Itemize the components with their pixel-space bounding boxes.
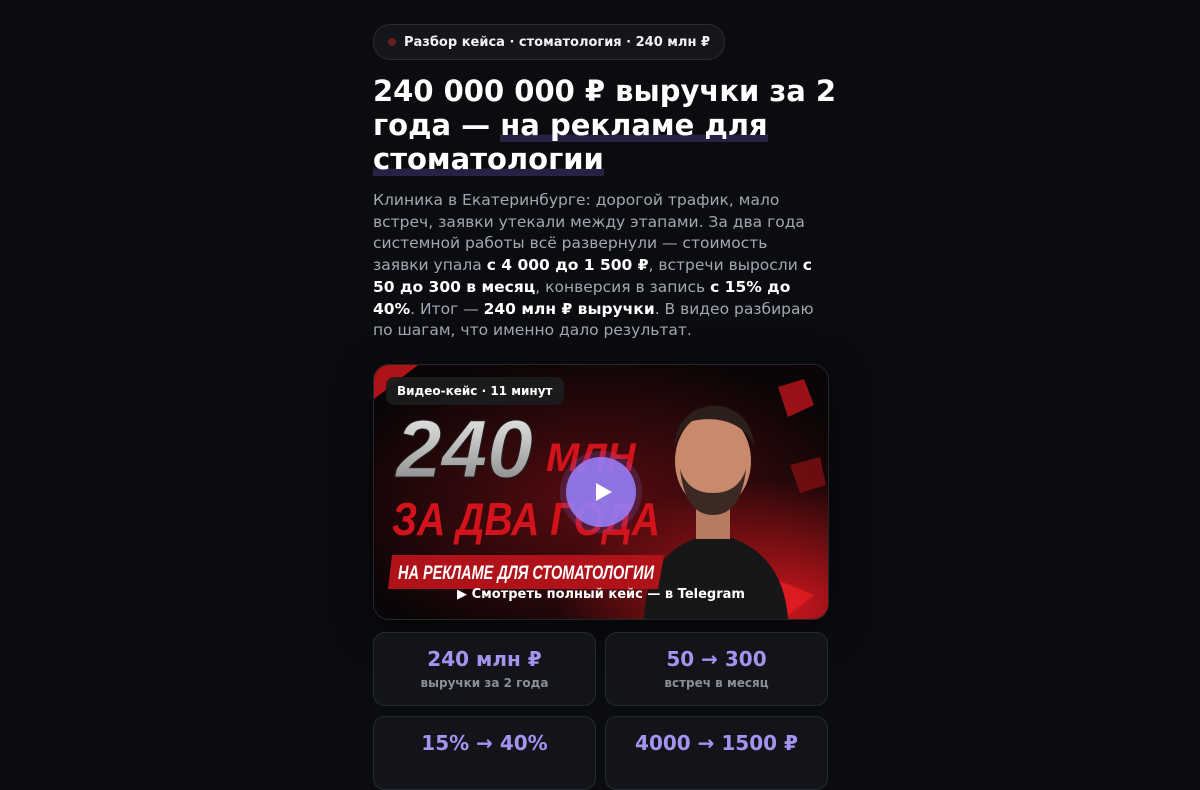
- case-badge-label: Разбор кейса · стоматология · 240 млн ₽: [404, 34, 711, 50]
- case-badge: Разбор кейса · стоматология · 240 млн ₽: [373, 24, 726, 60]
- case-description: Клиника в Екатеринбурге: дорогой трафик,…: [373, 190, 827, 342]
- stat-card-meetings: 50 → 300 встреч в месяц: [605, 632, 828, 706]
- stat-value: 240 млн ₽: [427, 647, 542, 671]
- lead-bold-revenue: 240 млн ₽ выручки: [483, 299, 655, 318]
- stat-card-revenue: 240 млн ₽ выручки за 2 года: [373, 632, 596, 706]
- play-icon: [596, 483, 612, 501]
- stat-label: выручки за 2 года: [420, 676, 549, 690]
- lead-text-3: , конверсия в запись: [535, 277, 711, 296]
- telegram-watch-link[interactable]: ▶ Смотреть полный кейс — в Telegram: [374, 587, 828, 602]
- page-title: 240 000 000 ₽ выручки за 2 года — на рек…: [373, 74, 843, 176]
- lead-text-4: . Итог —: [410, 299, 484, 318]
- stat-card-lead-cost: 4000 → 1500 ₽: [605, 716, 828, 790]
- play-button[interactable]: [566, 457, 636, 527]
- stat-value: 15% → 40%: [421, 731, 548, 755]
- stat-value: 4000 → 1500 ₽: [635, 731, 798, 755]
- video-card[interactable]: 240 МЛН ЗА ДВА ГОДА НА РЕКЛАМЕ ДЛЯ СТОМА…: [373, 364, 829, 620]
- thumb-banner: НА РЕКЛАМЕ ДЛЯ СТОМАТОЛОГИИ: [398, 563, 654, 584]
- status-dot-icon: [388, 38, 396, 46]
- stat-label: встреч в месяц: [664, 676, 769, 690]
- video-duration-badge: Видео-кейс · 11 минут: [386, 377, 564, 405]
- lead-text-2: , встречи выросли: [648, 256, 803, 275]
- thumb-number-240: 240: [394, 404, 533, 495]
- stat-value: 50 → 300: [666, 647, 767, 671]
- stat-card-conversion: 15% → 40%: [373, 716, 596, 790]
- lead-bold-cost: с 4 000 до 1 500 ₽: [486, 256, 649, 275]
